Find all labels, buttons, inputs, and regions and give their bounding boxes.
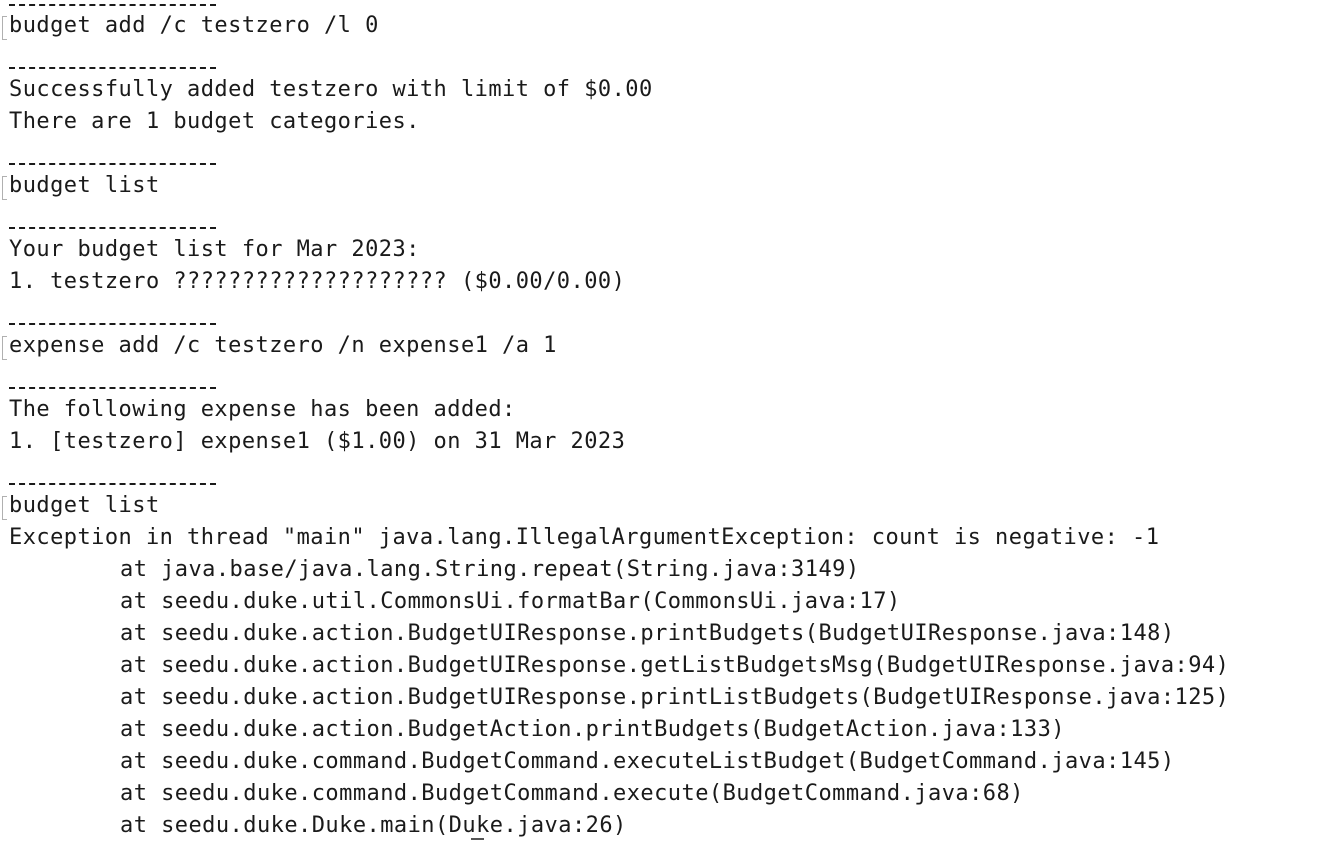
command-input-line: expense add /c testzero /n expense1 /a 1 [9,333,557,358]
exception-header: Exception in thread "main" java.lang.Ill… [9,525,1160,550]
output-line: 1. [testzero] expense1 ($1.00) on 31 Mar… [9,429,626,454]
output-line: Your budget list for Mar 2023: [9,237,420,262]
separator-line [9,67,216,69]
separator-line [9,163,216,165]
input-marker-icon [2,176,7,200]
separator-line [9,483,216,485]
stack-trace-line: at seedu.duke.command.BudgetCommand.exec… [120,749,1175,774]
stack-trace-line: at seedu.duke.util.CommonsUi.formatBar(C… [120,589,901,614]
stack-trace-line: at seedu.duke.action.BudgetUIResponse.pr… [120,685,1230,710]
command-input-line: budget list [9,493,160,518]
stack-trace-line: at seedu.duke.action.BudgetUIResponse.pr… [120,621,1175,646]
stack-trace-line: at seedu.duke.action.BudgetAction.printB… [120,717,1065,742]
stack-trace-line: at seedu.duke.command.BudgetCommand.exec… [120,781,1024,806]
command-input-line: budget list [9,173,160,198]
stack-trace-line: at seedu.duke.Duke.main(Duke.java:26) [120,813,627,838]
separator-line [9,227,216,229]
output-line: The following expense has been added: [9,397,516,422]
input-marker-icon [2,496,7,520]
input-marker-icon [2,16,7,40]
stack-trace-line: at java.base/java.lang.String.repeat(Str… [120,557,860,582]
separator-line [9,387,216,389]
input-marker-icon [2,336,7,360]
separator-line [9,4,216,6]
text-caret [471,838,484,840]
stack-trace-line: at seedu.duke.action.BudgetUIResponse.ge… [120,653,1230,678]
output-line: There are 1 budget categories. [9,109,420,134]
separator-line [9,323,216,325]
command-input-line: budget add /c testzero /l 0 [9,13,379,38]
output-line: 1. testzero ???????????????????? ($0.00/… [9,269,626,294]
console-output: budget add /c testzero /l 0 Successfully… [0,0,1322,842]
output-line: Successfully added testzero with limit o… [9,77,653,102]
